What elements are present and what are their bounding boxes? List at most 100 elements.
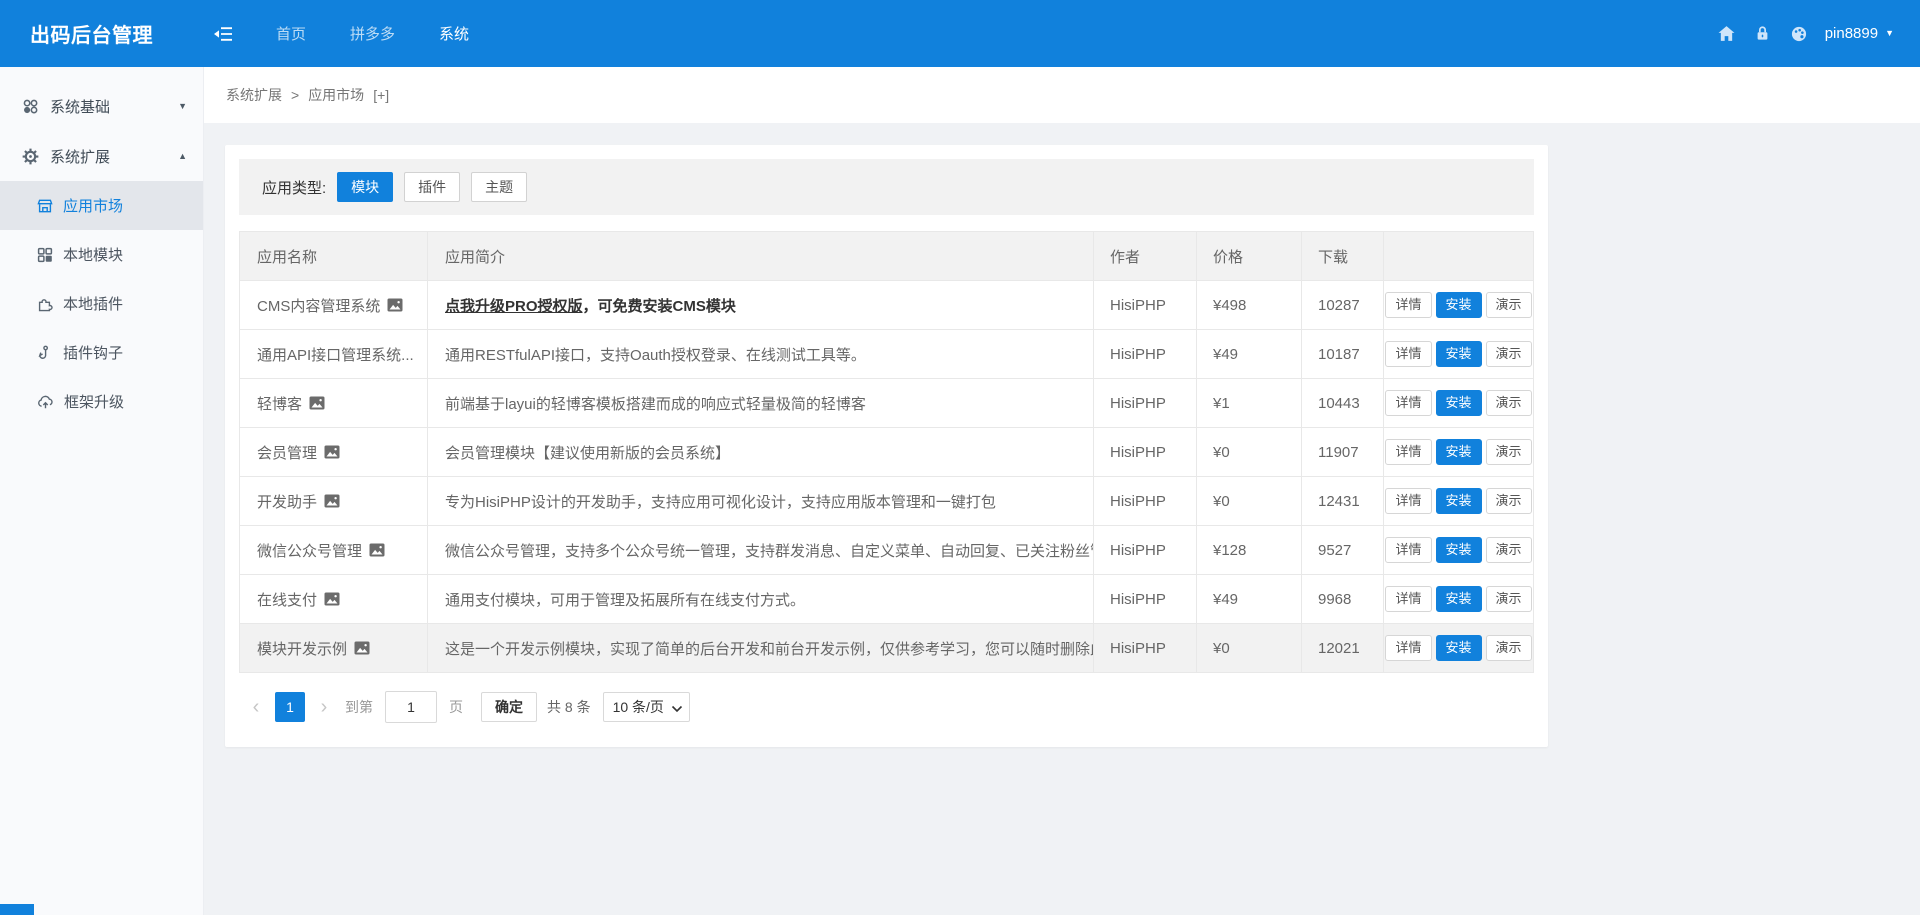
price-cell: ¥498 — [1197, 281, 1302, 330]
detail-button[interactable]: 详情 — [1385, 292, 1431, 318]
install-button[interactable]: 安装 — [1436, 586, 1482, 612]
actions-cell: 详情安装演示 — [1384, 624, 1534, 673]
local-plugins-icon — [37, 296, 53, 312]
system-extend-icon — [22, 148, 39, 165]
demo-button[interactable]: 演示 — [1486, 586, 1532, 612]
app-name: 会员管理 — [257, 442, 317, 463]
install-button[interactable]: 安装 — [1436, 439, 1482, 465]
column-header: 应用简介 — [428, 232, 1094, 281]
price-cell: ¥0 — [1197, 477, 1302, 526]
breadcrumb-parent[interactable]: 系统扩展 — [226, 85, 282, 105]
table-row: 轻博客前端基于layui的轻博客模板搭建而成的响应式轻量极简的轻博客HisiPH… — [240, 379, 1534, 428]
nav-item-home[interactable]: 首页 — [254, 0, 328, 67]
sidebar-item-local-plugins[interactable]: 本地插件 — [0, 279, 203, 328]
author-cell: HisiPHP — [1094, 330, 1197, 379]
lock-icon[interactable] — [1745, 16, 1781, 52]
app-market-icon — [37, 198, 53, 214]
install-button[interactable]: 安装 — [1436, 635, 1482, 661]
table-row: 会员管理会员管理模块【建议使用新版的会员系统】HisiPHP¥011907详情安… — [240, 428, 1534, 477]
app-desc-text: 通用RESTfulAPI接口，支持Oauth授权登录、在线测试工具等。 — [445, 344, 866, 365]
horizontal-scrollbar-thumb[interactable] — [0, 904, 34, 915]
content-card: 应用类型: 模块插件主题 应用名称应用简介作者价格下载 CMS内容管理系统点我升… — [225, 145, 1548, 747]
detail-button[interactable]: 详情 — [1385, 537, 1431, 563]
install-button[interactable]: 安装 — [1436, 341, 1482, 367]
demo-button[interactable]: 演示 — [1486, 439, 1532, 465]
actions-cell: 详情安装演示 — [1384, 281, 1534, 330]
author-cell: HisiPHP — [1094, 526, 1197, 575]
app-desc-cell: 通用支付模块，可用于管理及拓展所有在线支付方式。 — [428, 575, 1094, 624]
demo-button[interactable]: 演示 — [1486, 537, 1532, 563]
app-name: 在线支付 — [257, 589, 317, 610]
sidebar-item-app-market[interactable]: 应用市场 — [0, 181, 203, 230]
app-desc-text: 专为HisiPHP设计的开发助手，支持应用可视化设计，支持应用版本管理和一键打包 — [445, 491, 996, 512]
sidebar-toggle-icon[interactable] — [206, 17, 240, 51]
column-header: 作者 — [1094, 232, 1197, 281]
downloads-cell: 10443 — [1302, 379, 1384, 428]
price-cell: ¥0 — [1197, 624, 1302, 673]
palette-icon[interactable] — [1781, 16, 1817, 52]
app-desc-text: 这是一个开发示例模块，实现了简单的后台开发和前台开发示例，仅供参考学习，您可以随… — [445, 638, 1094, 659]
sidebar-group-system-extend[interactable]: 系统扩展▲ — [0, 131, 203, 181]
top-navbar: 出码后台管理 首页拼多多系统 — [0, 0, 1920, 67]
detail-button[interactable]: 详情 — [1385, 488, 1431, 514]
filter-plugin-button[interactable]: 插件 — [404, 172, 460, 202]
detail-button[interactable]: 详情 — [1385, 635, 1431, 661]
install-button[interactable]: 安装 — [1436, 390, 1482, 416]
sidebar-group-system-base[interactable]: 系统基础▼ — [0, 81, 203, 131]
app-name-cell: 模块开发示例 — [240, 624, 428, 673]
filter-module-button[interactable]: 模块 — [337, 172, 393, 202]
nav-menu: 首页拼多多系统 — [254, 0, 491, 67]
page-size-select[interactable]: 10 条/页 — [603, 692, 690, 722]
sidebar-item-plugin-hooks[interactable]: 插件钩子 — [0, 328, 203, 377]
demo-button[interactable]: 演示 — [1486, 635, 1532, 661]
table-body: CMS内容管理系统点我升级PRO授权版，可免费安装CMS模块HisiPHP¥49… — [240, 281, 1534, 673]
system-base-icon — [22, 98, 39, 115]
install-button[interactable]: 安装 — [1436, 488, 1482, 514]
demo-button[interactable]: 演示 — [1486, 341, 1532, 367]
demo-button[interactable]: 演示 — [1486, 292, 1532, 318]
app-name-cell: 在线支付 — [240, 575, 428, 624]
user-menu[interactable]: pin8899 ▼ — [1825, 25, 1894, 42]
app-desc-cell: 点我升级PRO授权版，可免费安装CMS模块 — [428, 281, 1094, 330]
table-row: 通用API接口管理系统... 通用RESTfulAPI接口，支持Oauth授权登录… — [240, 330, 1534, 379]
image-icon — [309, 396, 325, 410]
detail-button[interactable]: 详情 — [1385, 586, 1431, 612]
table-row: 微信公众号管理微信公众号管理，支持多个公众号统一管理，支持群发消息、自定义菜单、… — [240, 526, 1534, 575]
home-icon[interactable] — [1709, 16, 1745, 52]
nav-item-system[interactable]: 系统 — [417, 0, 491, 67]
sidebar-group-label: 系统基础 — [50, 96, 110, 117]
current-page-button[interactable]: 1 — [275, 692, 305, 722]
price-cell: ¥0 — [1197, 428, 1302, 477]
detail-button[interactable]: 详情 — [1385, 390, 1431, 416]
install-button[interactable]: 安装 — [1436, 292, 1482, 318]
app-desc-cell: 微信公众号管理，支持多个公众号统一管理，支持群发消息、自定义菜单、自动回复、已关… — [428, 526, 1094, 575]
app-name: 开发助手 — [257, 491, 317, 512]
demo-button[interactable]: 演示 — [1486, 390, 1532, 416]
filter-theme-button[interactable]: 主题 — [471, 172, 527, 202]
column-header — [1384, 232, 1534, 281]
filter-label: 应用类型: — [262, 177, 326, 198]
next-page-icon[interactable]: › — [311, 692, 337, 722]
detail-button[interactable]: 详情 — [1385, 341, 1431, 367]
demo-button[interactable]: 演示 — [1486, 488, 1532, 514]
prev-page-icon[interactable]: ‹ — [243, 692, 269, 722]
app-name: 通用API接口管理系统... — [257, 344, 414, 365]
app-name: 轻博客 — [257, 393, 302, 414]
sidebar-item-label: 应用市场 — [63, 195, 123, 216]
page-unit-label: 页 — [449, 697, 463, 717]
goto-page-input[interactable] — [385, 691, 437, 723]
goto-label: 到第 — [345, 697, 373, 717]
breadcrumb-add-tab[interactable]: [+] — [373, 87, 389, 103]
install-button[interactable]: 安装 — [1436, 537, 1482, 563]
upgrade-link[interactable]: 点我升级PRO授权版 — [445, 295, 583, 316]
author-cell: HisiPHP — [1094, 477, 1197, 526]
plugin-hooks-icon — [37, 345, 53, 361]
sidebar-item-framework-upgrade[interactable]: 框架升级 — [0, 377, 203, 426]
sidebar-item-local-modules[interactable]: 本地模块 — [0, 230, 203, 279]
apps-table: 应用名称应用简介作者价格下载 CMS内容管理系统点我升级PRO授权版，可免费安装… — [239, 231, 1534, 673]
nav-item-pinduoduo[interactable]: 拼多多 — [328, 0, 417, 67]
table-row: 模块开发示例这是一个开发示例模块，实现了简单的后台开发和前台开发示例，仅供参考学… — [240, 624, 1534, 673]
detail-button[interactable]: 详情 — [1385, 439, 1431, 465]
confirm-button[interactable]: 确定 — [481, 692, 537, 722]
column-header: 价格 — [1197, 232, 1302, 281]
